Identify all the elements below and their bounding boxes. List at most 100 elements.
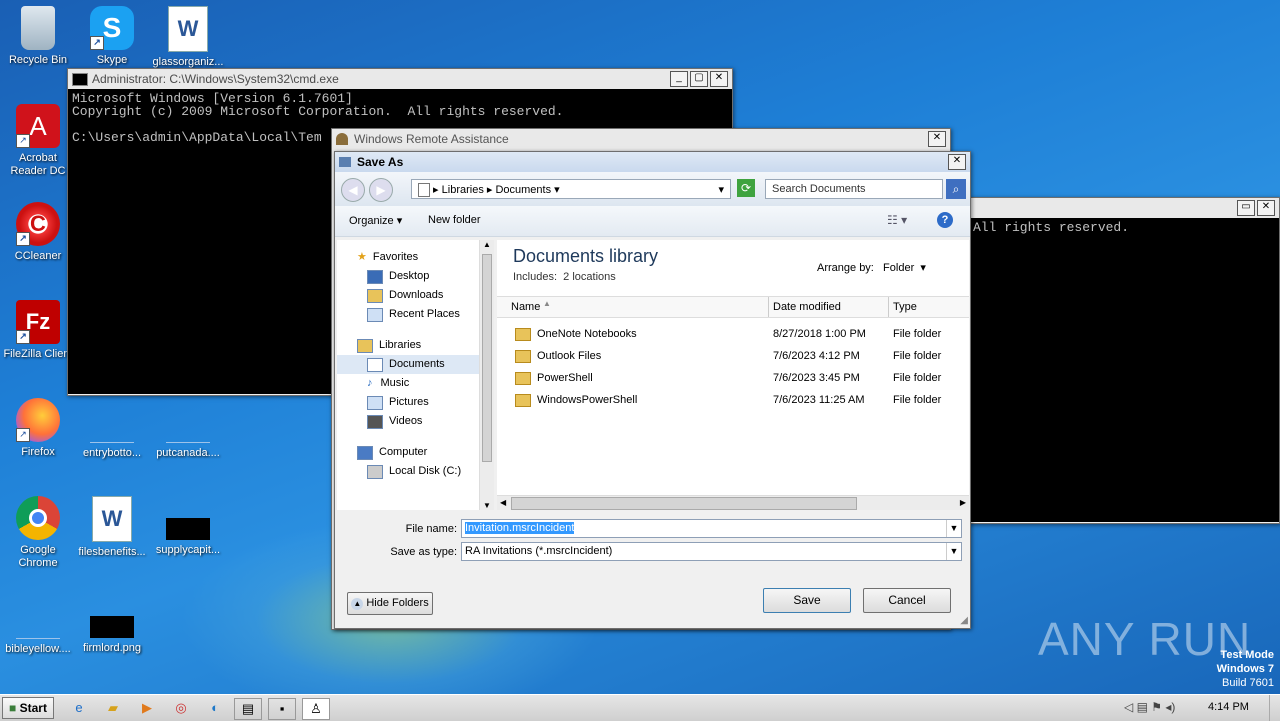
scroll-thumb[interactable] bbox=[482, 254, 492, 462]
remote-assistance-icon bbox=[336, 133, 348, 145]
explorer-icon[interactable]: ▰ bbox=[100, 698, 126, 718]
scroll-down-icon[interactable]: ▼ bbox=[480, 501, 494, 510]
forward-arrow-icon[interactable]: ▶ bbox=[369, 178, 393, 202]
save-as-titlebar[interactable]: Save As ✕ bbox=[335, 152, 970, 172]
close-icon[interactable]: ✕ bbox=[1257, 200, 1275, 216]
library-title: Documents library bbox=[513, 246, 659, 266]
back-arrow-icon[interactable]: ◀ bbox=[341, 178, 365, 202]
file-pane[interactable]: Documents library Includes: 2 locations … bbox=[497, 240, 969, 510]
maximize-icon[interactable]: ▢ bbox=[690, 71, 708, 87]
save-button[interactable]: Save bbox=[763, 588, 851, 613]
desktop-icon-skype[interactable]: S ↗ Skype bbox=[74, 6, 150, 67]
nav-local-disk[interactable]: Local Disk (C:) bbox=[337, 462, 479, 481]
nav-libraries[interactable]: Libraries bbox=[337, 336, 479, 355]
file-row[interactable]: OneNote Notebooks 8/27/2018 1:00 PM File f… bbox=[497, 323, 967, 345]
desktop-icon-firmlord[interactable]: firmlord.png bbox=[74, 594, 150, 655]
help-icon[interactable]: ? bbox=[937, 212, 953, 228]
search-input[interactable]: Search Documents bbox=[765, 179, 943, 199]
nav-videos[interactable]: Videos bbox=[337, 412, 479, 431]
chevron-down-icon[interactable]: ▼ bbox=[946, 520, 961, 537]
filezilla-icon: Fz ↗ bbox=[16, 300, 60, 344]
tray-icons[interactable]: ◁ ▤ ⚑ ◂) bbox=[1124, 700, 1175, 714]
cancel-button[interactable]: Cancel bbox=[863, 588, 951, 613]
refresh-icon[interactable]: ⟳ bbox=[737, 179, 755, 197]
nav-computer[interactable]: Computer bbox=[337, 443, 479, 462]
column-header-name[interactable]: Name bbox=[511, 301, 540, 313]
file-row[interactable]: WindowsPowerShell 7/6/2023 11:25 AM File f… bbox=[497, 389, 967, 411]
media-player-icon[interactable]: ▶ bbox=[134, 698, 160, 718]
organize-button[interactable]: Organize ▾ bbox=[349, 214, 402, 227]
show-desktop-button[interactable] bbox=[1269, 695, 1280, 721]
cmd2-titlebar[interactable]: ▭ ✕ bbox=[969, 198, 1279, 218]
desktop-icon-filezilla[interactable]: Fz ↗ FileZilla Client bbox=[0, 300, 76, 361]
desktop-icon-supplycapit[interactable]: supplycapit... bbox=[150, 496, 226, 557]
clock[interactable]: 4:14 PM bbox=[1208, 701, 1249, 713]
breadcrumb[interactable]: ▸ Libraries ▸ Documents ▾ ▾ bbox=[411, 179, 731, 199]
desktop-icon-glassorganiz[interactable]: W glassorganiz... bbox=[150, 6, 226, 69]
desktop-icon-chrome[interactable]: Google Chrome bbox=[0, 496, 76, 570]
notepad-icon[interactable]: ▤ bbox=[234, 698, 262, 720]
resize-grip-icon[interactable]: ◢ bbox=[960, 615, 968, 626]
desktop-icon-acrobat[interactable]: A ↗ Acrobat Reader DC bbox=[0, 104, 76, 178]
close-icon[interactable]: ✕ bbox=[710, 71, 728, 87]
cmd2-console[interactable]: All rights reserved. bbox=[969, 218, 1279, 522]
desktop-icon-entrybotto[interactable]: entrybotto... bbox=[74, 398, 150, 460]
folder-icon bbox=[515, 349, 531, 363]
column-header-date[interactable]: Date modified bbox=[773, 301, 841, 313]
windows-logo-icon: ■ bbox=[9, 701, 17, 715]
desktop-icon-firefox[interactable]: ↗ Firefox bbox=[0, 398, 76, 459]
cmd-taskbar-icon[interactable]: ▪ bbox=[268, 698, 296, 720]
documents-icon bbox=[367, 357, 383, 372]
breadcrumb-libraries[interactable]: Libraries bbox=[442, 184, 484, 196]
breadcrumb-documents[interactable]: Documents bbox=[495, 184, 551, 196]
scroll-right-icon[interactable]: ▶ bbox=[960, 498, 966, 507]
chevron-down-icon[interactable]: ▼ bbox=[946, 543, 961, 560]
nav-documents[interactable]: Documents bbox=[337, 355, 479, 374]
filename-label: File name: bbox=[405, 523, 457, 535]
column-header-type[interactable]: Type bbox=[893, 301, 917, 313]
arrange-by[interactable]: Arrange by: Folder ▾ bbox=[817, 261, 926, 274]
horizontal-scrollbar[interactable]: ◀ ▶ bbox=[497, 495, 969, 510]
includes-locations-link[interactable]: 2 locations bbox=[563, 271, 616, 283]
chrome-taskbar-icon[interactable]: ◎ bbox=[168, 698, 194, 718]
remote-assistance-taskbar-icon[interactable]: ♙ bbox=[302, 698, 330, 720]
nav-scrollbar[interactable]: ▲ ▼ bbox=[479, 240, 494, 510]
scroll-up-icon[interactable]: ▲ bbox=[480, 240, 494, 254]
nav-recent-places[interactable]: Recent Places bbox=[337, 305, 479, 324]
edge-icon[interactable]: ◐ bbox=[202, 698, 228, 718]
scroll-thumb[interactable] bbox=[511, 497, 857, 510]
search-icon[interactable]: ⌕ bbox=[946, 179, 966, 199]
nav-pictures[interactable]: Pictures bbox=[337, 393, 479, 412]
nav-downloads[interactable]: Downloads bbox=[337, 286, 479, 305]
file-row[interactable]: PowerShell 7/6/2023 3:45 PM File folder bbox=[497, 367, 967, 389]
cmd-titlebar[interactable]: Administrator: C:\Windows\System32\cmd.e… bbox=[68, 69, 732, 89]
ie-icon[interactable]: e bbox=[66, 698, 92, 718]
scroll-left-icon[interactable]: ◀ bbox=[500, 498, 506, 507]
desktop-icon-recycle-bin[interactable]: Recycle Bin bbox=[0, 6, 76, 67]
nav-music[interactable]: ♪ Music bbox=[337, 374, 479, 393]
cmd-window-background[interactable]: ▭ ✕ All rights reserved. bbox=[968, 197, 1280, 524]
desktop-icon-bibleyellow[interactable]: bibleyellow.... bbox=[0, 594, 76, 656]
view-options-icon[interactable]: ☷ ▾ bbox=[887, 213, 907, 227]
close-icon[interactable]: ✕ bbox=[948, 154, 966, 170]
filename-field[interactable]: Invitation.msrcIncident ▼ bbox=[461, 519, 962, 538]
desktop-icon-filesbenefits[interactable]: W filesbenefits... bbox=[74, 496, 150, 559]
desktop-icon bbox=[367, 269, 383, 284]
ra-titlebar[interactable]: Windows Remote Assistance ✕ bbox=[332, 129, 950, 149]
desktop-icon-ccleaner[interactable]: C ↗ CCleaner bbox=[0, 202, 76, 263]
chevron-down-icon[interactable]: ▾ bbox=[718, 180, 724, 200]
restore-icon[interactable]: ▭ bbox=[1237, 200, 1255, 216]
word-document-icon: W bbox=[92, 496, 132, 542]
start-button[interactable]: ■ Start bbox=[2, 697, 54, 719]
save-as-dialog[interactable]: Save As ✕ ◀ ▶ ▸ Libraries ▸ Documents ▾ … bbox=[334, 151, 971, 629]
nav-desktop[interactable]: Desktop bbox=[337, 267, 479, 286]
new-folder-button[interactable]: New folder bbox=[428, 214, 481, 226]
desktop-icon-putcanada[interactable]: putcanada.... bbox=[150, 398, 226, 460]
close-icon[interactable]: ✕ bbox=[928, 131, 946, 147]
save-as-type-select[interactable]: RA Invitations (*.msrcIncident) ▼ bbox=[461, 542, 962, 561]
file-row[interactable]: Outlook Files 7/6/2023 4:12 PM File folder bbox=[497, 345, 967, 367]
minimize-icon[interactable]: _ bbox=[670, 71, 688, 87]
nav-favorites[interactable]: ★ Favorites bbox=[337, 248, 479, 267]
navigation-pane[interactable]: ★ Favorites Desktop Downloads Recent Plac… bbox=[337, 240, 479, 510]
hide-folders-button[interactable]: ▲ Hide Folders bbox=[347, 592, 433, 615]
